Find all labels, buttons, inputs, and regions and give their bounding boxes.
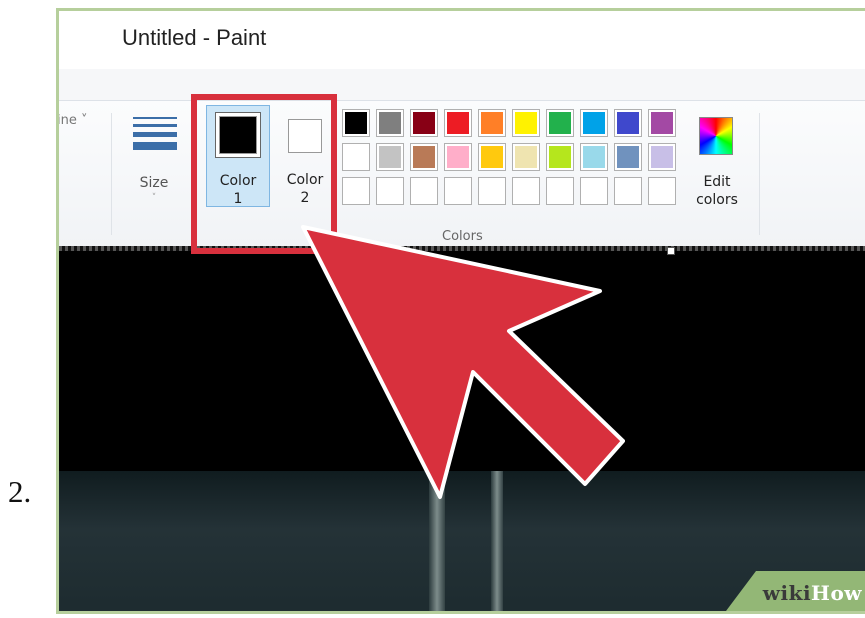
palette-swatch[interactable] xyxy=(342,177,370,205)
edit-colors-label-line2: colors xyxy=(696,192,738,208)
palette-swatch-fill xyxy=(617,180,639,202)
wikihow-watermark: wikiHow xyxy=(726,571,865,611)
palette-swatch-fill xyxy=(651,112,673,134)
palette-swatch[interactable] xyxy=(614,177,642,205)
size-label: Size xyxy=(139,175,169,191)
palette-swatch-fill xyxy=(345,180,367,202)
watermark-corner xyxy=(726,571,756,611)
edit-colors-label: Edit colors xyxy=(685,173,749,209)
palette-swatch[interactable] xyxy=(512,109,540,137)
palette-swatch-fill xyxy=(447,180,469,202)
palette-swatch[interactable] xyxy=(478,143,506,171)
palette-swatch-fill xyxy=(379,180,401,202)
palette-swatch-fill xyxy=(651,180,673,202)
size-button[interactable]: Size ˅ xyxy=(123,111,185,211)
palette-swatch[interactable] xyxy=(512,143,540,171)
watermark-how: How xyxy=(811,581,862,605)
palette-swatch[interactable] xyxy=(444,177,472,205)
step-number: 2. xyxy=(8,474,32,509)
palette-swatch-fill xyxy=(379,146,401,168)
chevron-down-icon: ˅ xyxy=(81,113,88,128)
palette-swatch[interactable] xyxy=(546,109,574,137)
palette-swatch[interactable] xyxy=(546,143,574,171)
palette-swatch-fill xyxy=(345,112,367,134)
palette-swatch-fill xyxy=(379,112,401,134)
ribbon-separator xyxy=(111,113,112,235)
ribbon-separator xyxy=(759,113,760,235)
palette-swatch-fill xyxy=(515,180,537,202)
palette-swatch[interactable] xyxy=(410,177,438,205)
palette-swatch-fill xyxy=(413,112,435,134)
palette-swatch[interactable] xyxy=(376,143,404,171)
palette-swatch[interactable] xyxy=(444,109,472,137)
chevron-down-icon: ˅ xyxy=(151,193,157,203)
palette-swatch-fill xyxy=(617,112,639,134)
palette-swatch[interactable] xyxy=(648,177,676,205)
palette-swatch-fill xyxy=(481,146,503,168)
palette-swatch[interactable] xyxy=(444,143,472,171)
watermark-text: wikiHow xyxy=(763,581,862,605)
line-size-icon xyxy=(133,117,177,155)
palette-swatch-fill xyxy=(549,146,571,168)
palette-swatch-fill xyxy=(447,112,469,134)
palette-swatch-fill xyxy=(413,146,435,168)
outline-label: ine xyxy=(57,113,77,128)
palette-swatch-fill xyxy=(617,146,639,168)
palette-swatch-fill xyxy=(549,112,571,134)
color-spectrum-icon xyxy=(699,117,733,155)
palette-swatch-fill xyxy=(583,112,605,134)
ribbon-tab-strip xyxy=(59,69,865,101)
paint-window: Untitled - Paint ine ˅ Size ˅ Color 1 Co… xyxy=(56,8,865,614)
palette-swatch[interactable] xyxy=(614,143,642,171)
canvas-resize-handle[interactable] xyxy=(667,247,675,255)
palette-swatch-fill xyxy=(481,180,503,202)
palette-swatch-fill xyxy=(481,112,503,134)
edit-colors-label-line1: Edit xyxy=(703,174,731,190)
pointer-arrow-icon xyxy=(301,225,625,499)
watermark-wiki: wiki xyxy=(762,581,812,605)
palette-swatch-fill xyxy=(413,180,435,202)
palette-swatch-fill xyxy=(651,146,673,168)
outline-dropdown[interactable]: ine ˅ xyxy=(57,113,88,128)
palette-swatch[interactable] xyxy=(376,109,404,137)
palette-swatch[interactable] xyxy=(580,143,608,171)
palette-swatch[interactable] xyxy=(478,177,506,205)
palette-swatch[interactable] xyxy=(580,109,608,137)
palette-swatch-fill xyxy=(583,180,605,202)
palette-swatch[interactable] xyxy=(342,143,370,171)
palette-swatch[interactable] xyxy=(580,177,608,205)
palette-swatch[interactable] xyxy=(512,177,540,205)
palette-swatch[interactable] xyxy=(376,177,404,205)
window-title: Untitled - Paint xyxy=(122,25,267,50)
palette-swatch-fill xyxy=(447,146,469,168)
palette-swatch[interactable] xyxy=(614,109,642,137)
palette-swatch[interactable] xyxy=(342,109,370,137)
palette-swatch[interactable] xyxy=(648,143,676,171)
palette-swatch[interactable] xyxy=(546,177,574,205)
palette-swatch-fill xyxy=(549,180,571,202)
palette-swatch-fill xyxy=(583,146,605,168)
title-bar: Untitled - Paint xyxy=(59,11,865,70)
palette-swatch-fill xyxy=(515,146,537,168)
palette-swatch[interactable] xyxy=(648,109,676,137)
edit-colors-button[interactable]: Edit colors xyxy=(685,111,749,211)
palette-swatch[interactable] xyxy=(478,109,506,137)
palette-swatch[interactable] xyxy=(410,143,438,171)
palette-swatch[interactable] xyxy=(410,109,438,137)
palette-swatch-fill xyxy=(515,112,537,134)
palette-swatch-fill xyxy=(345,146,367,168)
